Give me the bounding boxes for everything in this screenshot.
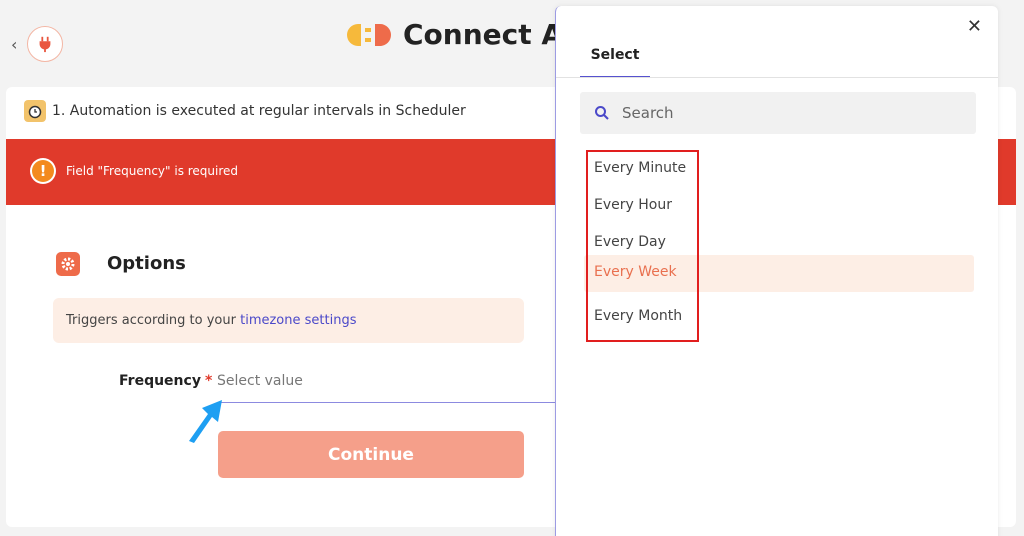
frequency-label-text: Frequency [119,373,201,389]
logo-icon [345,22,393,48]
search-box[interactable] [580,92,976,134]
continue-button[interactable]: Continue [218,431,524,478]
exclamation-icon: ! [30,158,56,184]
timezone-settings-link[interactable]: timezone settings [240,313,356,328]
timezone-note-text: Triggers according to your [66,313,241,328]
search-input[interactable] [622,101,942,125]
tab-divider [556,77,998,78]
search-icon [595,106,609,120]
close-icon[interactable]: ✕ [967,16,982,37]
select-dropdown-panel: ✕ Select Every Minute Every Hour Every D… [555,6,998,536]
error-message: Field "Frequency" is required [66,164,239,178]
back-chevron-icon[interactable]: ‹ [11,35,17,54]
annotation-arrow-icon [189,400,222,443]
frequency-label: Frequency * [119,373,212,389]
options-title: Options [107,253,186,274]
frequency-select[interactable]: Select value [217,373,555,403]
timezone-note: Triggers according to your timezone sett… [53,298,524,343]
step-header: 1. Automation is executed at regular int… [24,100,466,122]
gear-icon [56,252,80,276]
tab-select[interactable]: Select [580,44,650,78]
app-brand: Connect A [345,18,563,51]
required-mark: * [204,373,213,389]
alarm-clock-icon [24,100,46,122]
plug-icon [27,26,63,62]
app-title: Connect A [403,18,564,51]
step-title: 1. Automation is executed at regular int… [52,103,466,119]
annotation-highlight-box [586,150,699,342]
